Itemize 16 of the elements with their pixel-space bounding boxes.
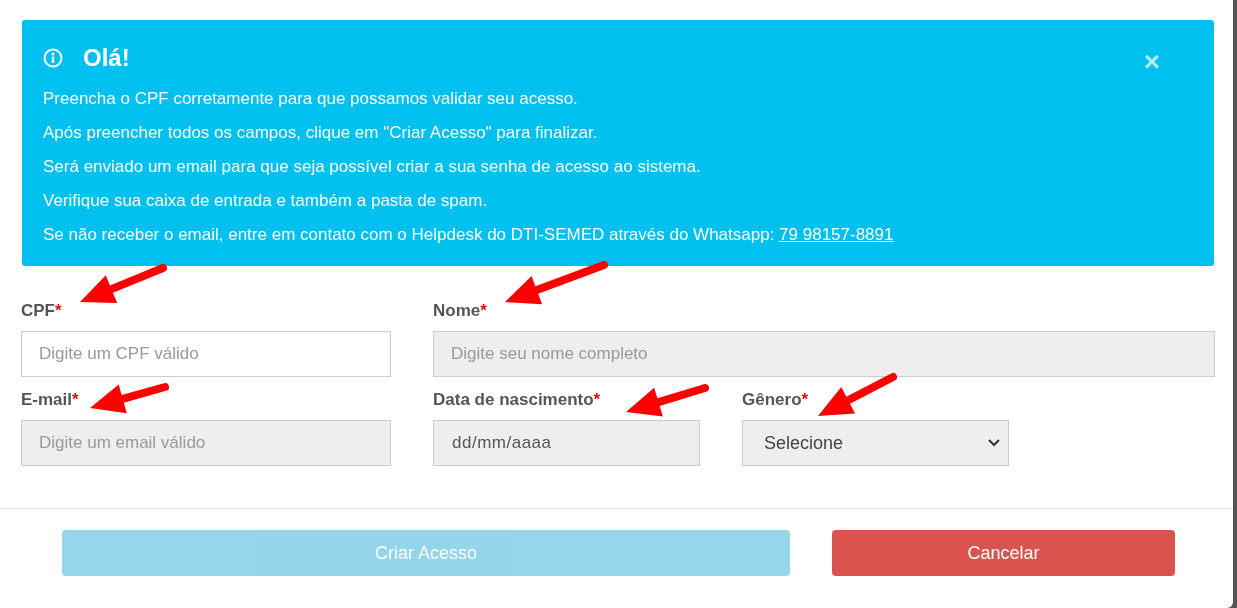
field-label: CPF*: [21, 302, 63, 319]
phone-link[interactable]: 79 98157-8891: [779, 225, 894, 244]
alert-text: Após preencher todos os campos, clique em "Criar Acesso" para finalizar.: [43, 122, 599, 143]
field-label: Data de nascimento*: [433, 391, 602, 408]
text-field[interactable]: Digite um CPF válido: [21, 331, 391, 377]
action-button[interactable]: Cancelar: [832, 530, 1175, 576]
chevron-down-icon: [988, 439, 1000, 447]
alert-title: Olá!: [83, 43, 130, 73]
alert-text: Preencha o CPF corretamente para que possamos validar seu acesso.: [43, 88, 579, 109]
alert-text: Verifique sua caixa de entrada e também a pasta de spam.: [43, 190, 489, 211]
field-label: Gênero*: [742, 391, 810, 408]
field-label: E-mail*: [21, 391, 80, 408]
info-icon: [43, 48, 63, 68]
alert-text: Será enviado um email para que seja possível criar a sua senha de acesso ao sistema.: [43, 156, 702, 177]
field-label: Nome*: [433, 302, 488, 319]
alert-text: Se não receber o email, entre em contato com o Helpdesk do DTI-SEMED através do Whatsapp: 79 98157-8891: [43, 224, 895, 245]
